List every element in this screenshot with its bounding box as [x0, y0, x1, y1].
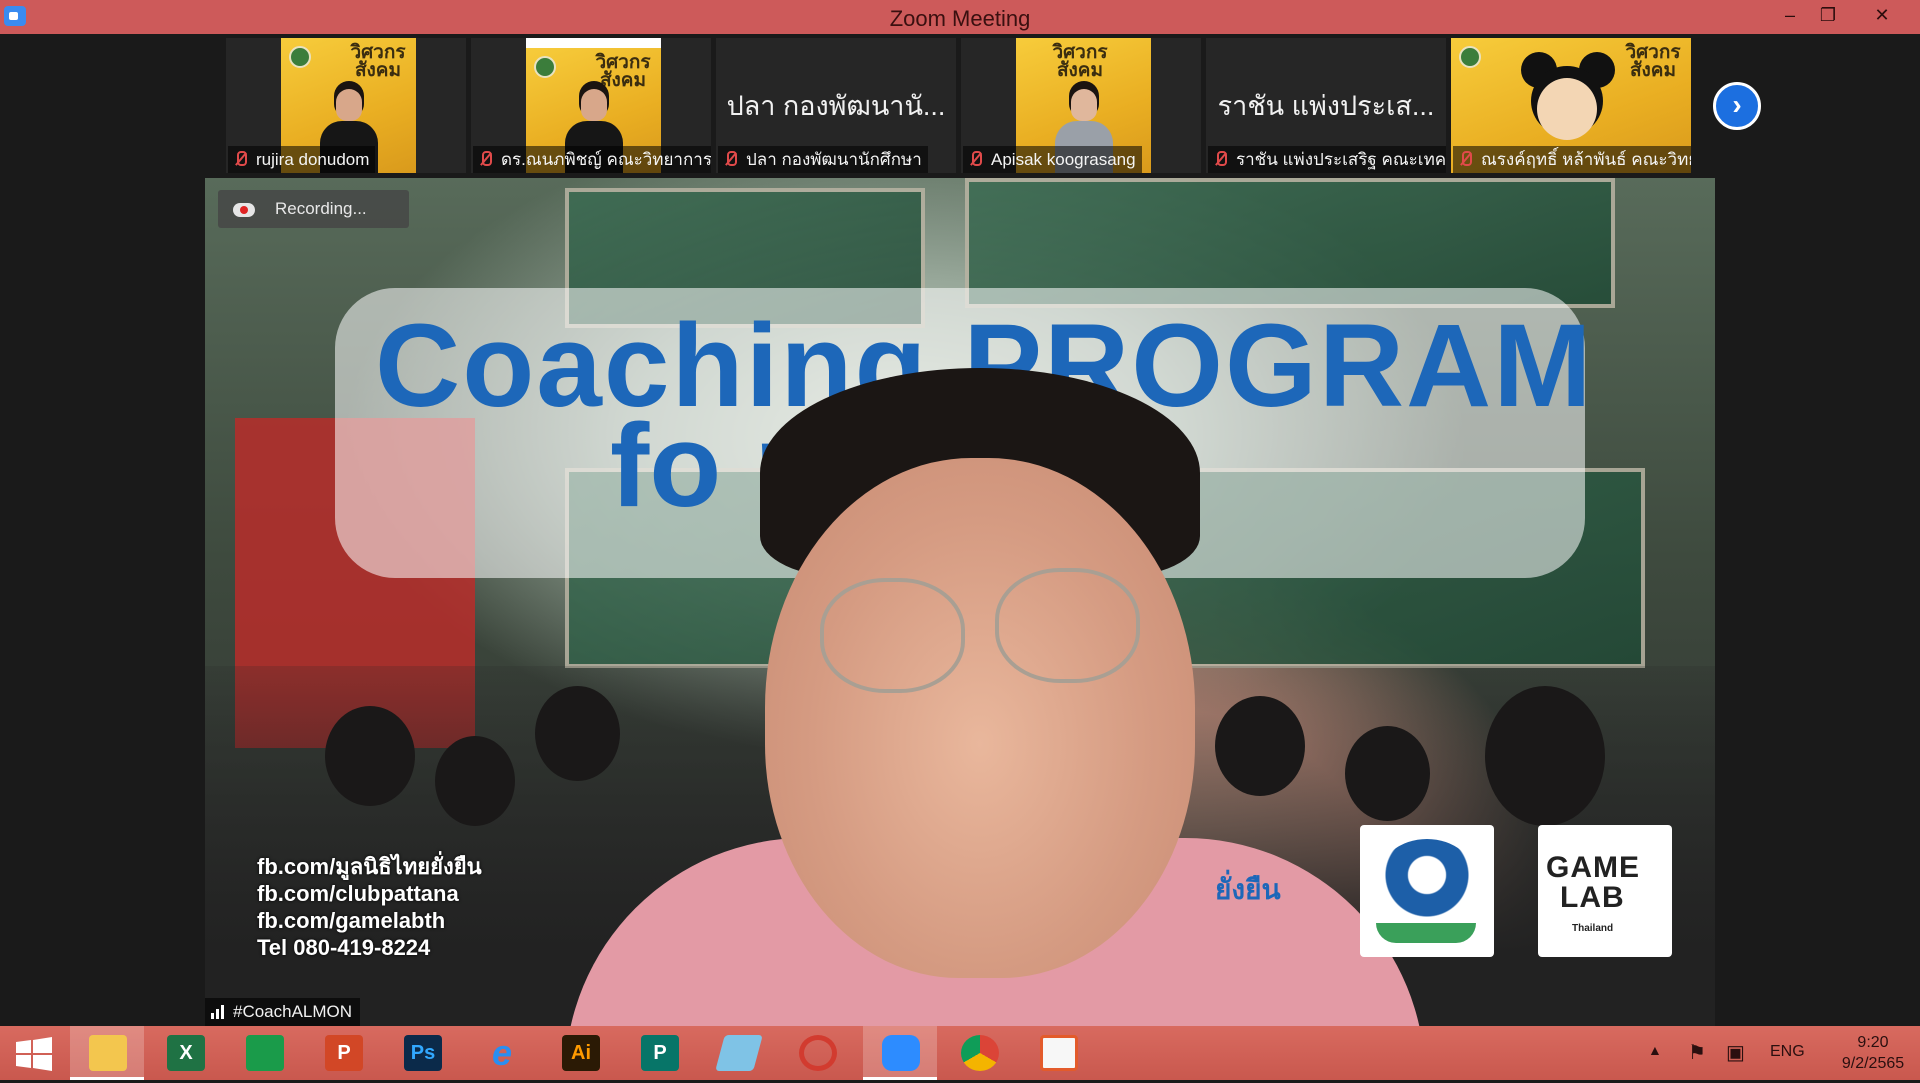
participant-display-name: ราชัน แพ่งประเส... — [1217, 91, 1435, 121]
participant-tile[interactable]: วิศวกรสังคม ณรงค์ฤทธิ์ หล้าพันธ์ คณะวิทย… — [1451, 38, 1691, 173]
chrome-icon — [961, 1035, 999, 1071]
contact-line: fb.com/มูลนิธิไทยยั่งยืน — [257, 854, 482, 879]
wave-icon — [1376, 923, 1476, 943]
internet-explorer-icon: e — [491, 1032, 513, 1073]
recording-indicator[interactable]: Recording... — [218, 190, 409, 228]
contact-line: fb.com/clubpattana — [257, 881, 459, 906]
taskbar-photoscape[interactable] — [780, 1026, 854, 1080]
mic-muted-icon — [722, 150, 738, 168]
participant-name-label: ราชัน แพ่งประเสริฐ คณะเทค... — [1208, 146, 1446, 173]
university-emblem-icon — [534, 56, 556, 78]
clock-time: 9:20 — [1857, 1034, 1889, 1051]
poster-title: วิศวกรสังคม — [350, 42, 406, 81]
title-bar: Zoom Meeting – ❐ ✕ — [0, 0, 1920, 34]
taskbar-zoom[interactable] — [863, 1026, 937, 1080]
partner-text: ยั่งยืน — [1215, 874, 1281, 905]
participant-tile[interactable]: วิศวกรสังคม ดร.ณนภพิชญ์ คณะวิทยาการ... — [471, 38, 711, 173]
excel-icon: X — [167, 1035, 205, 1071]
taskbar-app[interactable] — [701, 1026, 775, 1080]
active-speaker-video: Coaching PROGRAM fo rer fb.com/มูลนิธิไท… — [205, 178, 1715, 1026]
participant-name-label: Apisak koograsang — [963, 146, 1142, 173]
participant-name-label: rujira donudom — [228, 146, 376, 173]
mic-muted-icon — [1457, 150, 1473, 168]
gamelab-logo-text: GAME LAB — [1546, 851, 1640, 914]
participant-tile[interactable]: วิศวกรสังคม Apisak koograsang — [961, 38, 1201, 173]
restore-button[interactable]: ❐ — [1808, 0, 1848, 34]
taskbar-chrome[interactable] — [942, 1026, 1016, 1080]
contact-line: Tel 080-419-8224 — [257, 935, 431, 960]
photoshop-icon: Ps — [404, 1035, 442, 1071]
gamelab-logo-subtext: Thailand — [1572, 923, 1614, 934]
participant-name-label: ปลา กองพัฒนานักศึกษา — [718, 146, 928, 173]
minimize-button[interactable]: – — [1770, 0, 1810, 34]
university-emblem-icon — [1459, 46, 1481, 68]
show-hidden-icons-icon[interactable]: ▲ — [1648, 1042, 1662, 1058]
mic-muted-icon — [232, 150, 248, 168]
participant-name-label: ณรงค์ฤทธิ์ หล้าพันธ์ คณะวิทย์ — [1453, 146, 1691, 173]
participant-tile[interactable]: ราชัน แพ่งประเส... ราชัน แพ่งประเสริฐ คณ… — [1206, 38, 1446, 173]
recording-label: Recording... — [275, 199, 367, 218]
powerpoint-icon: P — [325, 1035, 363, 1071]
participant-tile[interactable]: วิศวกรสังคม rujira donudom — [226, 38, 466, 173]
zoom-icon — [882, 1035, 920, 1071]
app-icon — [715, 1035, 763, 1071]
taskbar-publisher[interactable]: P — [622, 1026, 696, 1080]
taskbar-photoshop[interactable]: Ps — [385, 1026, 459, 1080]
office-app-icon — [1040, 1035, 1078, 1071]
window-title: Zoom Meeting — [889, 6, 1031, 31]
signal-strength-icon — [209, 1003, 229, 1019]
start-button[interactable] — [0, 1026, 74, 1080]
participant-strip: วิศวกรสังคม rujira donudom วิศวกรสังคม ด… — [226, 38, 1696, 175]
contact-line: fb.com/gamelabth — [257, 908, 446, 933]
cloud-recording-icon — [233, 200, 255, 218]
clock[interactable]: 9:20 9/2/2565 — [1836, 1032, 1910, 1074]
active-speaker-name: #CoachALMON — [233, 1002, 353, 1021]
close-button[interactable]: ✕ — [1862, 0, 1902, 34]
gamelab-logo: GAME LAB Thailand — [1538, 825, 1672, 957]
mic-muted-icon — [967, 150, 983, 168]
system-tray: ▲ ⚑ ▣ ENG 9:20 9/2/2565 — [1640, 1026, 1920, 1080]
taskbar-office-app[interactable] — [1021, 1026, 1095, 1080]
participant-display-name: ปลา กองพัฒนานั... — [726, 91, 946, 121]
mickey-face — [1537, 78, 1597, 140]
input-language[interactable]: ENG — [1770, 1043, 1805, 1061]
contact-info: fb.com/มูลนิธิไทยยั่งยืน fb.com/clubpatt… — [257, 853, 482, 961]
glasses-lens — [995, 568, 1140, 683]
participant-tile[interactable]: ปลา กองพัฒนานั... ปลา กองพัฒนานักศึกษา — [716, 38, 956, 173]
windows-taskbar: X P Ps e Ai P ▲ ⚑ ▣ ENG 9:20 9/2/2565 — [0, 1026, 1920, 1080]
taskbar-excel[interactable]: X — [148, 1026, 222, 1080]
folder-icon — [89, 1035, 127, 1071]
action-center-flag-icon[interactable]: ⚑ — [1688, 1040, 1706, 1065]
mic-muted-icon — [477, 150, 493, 168]
clock-date: 9/2/2565 — [1841, 1055, 1905, 1072]
taskbar-store[interactable] — [227, 1026, 301, 1080]
poster-title: วิศวกรสังคม — [1052, 42, 1108, 81]
presenter-face — [765, 458, 1195, 978]
windows-logo-icon — [14, 1037, 54, 1071]
publisher-icon: P — [641, 1035, 679, 1071]
illustrator-icon: Ai — [562, 1035, 600, 1071]
glasses-lens — [820, 578, 965, 693]
next-page-button[interactable]: › — [1713, 82, 1761, 130]
foundation-logo — [1360, 825, 1494, 957]
mic-muted-icon — [1212, 150, 1228, 168]
photoscape-icon — [799, 1035, 837, 1071]
university-emblem-icon — [289, 46, 311, 68]
taskbar-illustrator[interactable]: Ai — [543, 1026, 617, 1080]
network-icon[interactable]: ▣ — [1726, 1040, 1745, 1065]
participant-name-label: ดร.ณนภพิชญ์ คณะวิทยาการ... — [473, 146, 711, 173]
taskbar-powerpoint[interactable]: P — [306, 1026, 380, 1080]
speech-bubble-icon — [1378, 839, 1476, 919]
taskbar-internet-explorer[interactable]: e — [464, 1026, 538, 1080]
active-speaker-name-tag: #CoachALMON — [205, 998, 361, 1026]
taskbar-file-explorer[interactable] — [70, 1026, 144, 1080]
chevron-right-icon: › — [1732, 89, 1742, 120]
store-icon — [246, 1035, 284, 1071]
poster-title: วิศวกรสังคม — [1625, 42, 1681, 81]
